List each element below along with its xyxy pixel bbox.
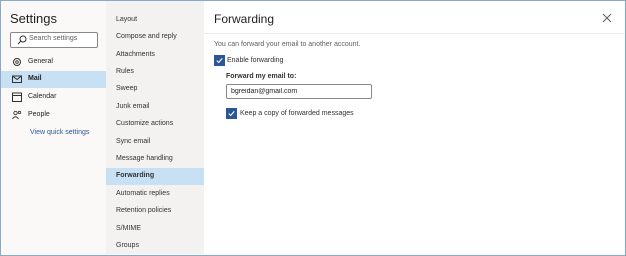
category-label: Sweep bbox=[116, 85, 138, 92]
category-label: Customize actions bbox=[116, 120, 174, 127]
category-label: Automatic replies bbox=[116, 190, 170, 197]
category-forwarding[interactable]: Forwarding bbox=[106, 168, 204, 185]
category-label: S/MIME bbox=[116, 225, 141, 232]
people-icon bbox=[12, 110, 22, 120]
category-label: Retention policies bbox=[116, 207, 172, 214]
category-automatic-replies[interactable]: Automatic replies bbox=[106, 186, 204, 203]
search-input[interactable]: Search settings bbox=[10, 32, 98, 48]
forward-email-input[interactable] bbox=[226, 84, 372, 99]
forward-to-label: Forward my email to: bbox=[226, 73, 297, 80]
checkmark-icon bbox=[216, 58, 223, 64]
nav-item-people[interactable]: People bbox=[1, 107, 106, 124]
nav-item-label: Calendar bbox=[28, 93, 57, 100]
category-label: Junk email bbox=[116, 103, 150, 110]
nav-item-general[interactable]: General bbox=[1, 54, 106, 71]
divider bbox=[204, 33, 624, 34]
gear-icon bbox=[13, 58, 21, 66]
category-label: Sync email bbox=[116, 138, 151, 145]
mail-settings-list: Layout Compose and reply Attachments Rul… bbox=[106, 1, 204, 254]
category-label: Message handling bbox=[116, 155, 173, 162]
category-label: Groups bbox=[116, 242, 139, 249]
calendar-icon bbox=[12, 92, 22, 102]
category-label: Rules bbox=[116, 68, 134, 75]
category-layout[interactable]: Layout bbox=[106, 12, 204, 29]
category-attachments[interactable]: Attachments bbox=[106, 47, 204, 64]
search-placeholder: Search settings bbox=[29, 35, 78, 42]
category-groups[interactable]: Groups bbox=[106, 238, 204, 255]
category-rules[interactable]: Rules bbox=[106, 64, 204, 81]
settings-title: Settings bbox=[10, 11, 57, 26]
enable-forwarding-label: Enable forwarding bbox=[227, 57, 284, 64]
view-quick-settings-link[interactable]: View quick settings bbox=[30, 129, 89, 136]
category-label: Layout bbox=[116, 16, 138, 23]
nav-item-label: People bbox=[28, 111, 50, 118]
enable-forwarding-checkbox[interactable] bbox=[214, 55, 225, 66]
category-label: Attachments bbox=[116, 51, 155, 58]
pane-title: Forwarding bbox=[214, 12, 275, 26]
category-label: Forwarding bbox=[116, 172, 155, 179]
nav-item-calendar[interactable]: Calendar bbox=[1, 89, 106, 106]
mail-icon bbox=[12, 75, 22, 83]
category-retention-policies[interactable]: Retention policies bbox=[106, 203, 204, 220]
checkmark-icon bbox=[228, 111, 235, 117]
nav-item-label: General bbox=[28, 58, 53, 65]
settings-nav: Settings Search settings General Mail Ca… bbox=[1, 1, 106, 254]
category-smime[interactable]: S/MIME bbox=[106, 221, 204, 238]
close-icon[interactable] bbox=[602, 13, 612, 23]
category-sync-email[interactable]: Sync email bbox=[106, 134, 204, 151]
category-message-handling[interactable]: Message handling bbox=[106, 151, 204, 168]
forwarding-description: You can forward your email to another ac… bbox=[214, 41, 361, 48]
category-label: Compose and reply bbox=[116, 33, 177, 40]
category-sweep[interactable]: Sweep bbox=[106, 81, 204, 98]
keep-copy-checkbox[interactable] bbox=[226, 108, 237, 119]
forwarding-pane: Forwarding You can forward your email to… bbox=[204, 1, 624, 254]
category-customize-actions[interactable]: Customize actions bbox=[106, 116, 204, 133]
search-icon bbox=[17, 35, 27, 45]
category-compose-and-reply[interactable]: Compose and reply bbox=[106, 29, 204, 46]
keep-copy-label: Keep a copy of forwarded messages bbox=[240, 110, 354, 117]
category-junk-email[interactable]: Junk email bbox=[106, 99, 204, 116]
nav-item-label: Mail bbox=[28, 75, 42, 82]
nav-item-mail[interactable]: Mail bbox=[1, 71, 106, 88]
